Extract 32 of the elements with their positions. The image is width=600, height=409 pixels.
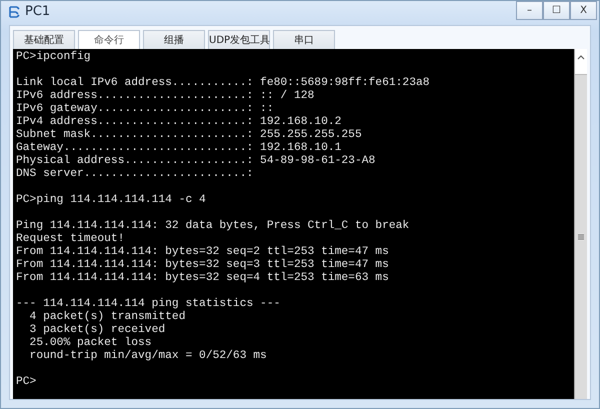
terminal-line: IPv6 gateway......................: :: [16,103,275,116]
terminal-line: round-trip min/avg/max = 0/52/63 ms [28,350,268,363]
tab[interactable]: 基础配置 [13,30,75,49]
terminal-line: Request timeout! [16,233,126,246]
terminal-line: --- 114.114.114.114 ping statistics --- [16,298,282,310]
tab[interactable]: 命令行 [78,30,140,49]
close-button[interactable]: X [570,1,597,20]
terminal-line: PC> [16,376,38,389]
maximize-button[interactable]: ☐ [543,1,570,20]
terminal-line: Link local IPv6 address...........: fe80::5689:98ff:fe61:23a8 [16,77,431,90]
terminal-line: 25.00% packet loss [28,337,153,350]
terminal-line: From 114.114.114.114: bytes=32 seq=4 ttl=253 time=63 ms [16,272,390,285]
window-title: PC1 [25,4,50,19]
grip-icon [578,234,584,240]
terminal-line: DNS server........................: [16,168,254,181]
tab[interactable]: 串口 [273,30,335,49]
minimize-button[interactable]: – [516,1,543,20]
terminal-line: 3 packet(s) received [28,324,166,336]
terminal-line: From 114.114.114.114: bytes=32 seq=3 ttl=253 time=47 ms [16,259,390,272]
terminal-line: Physical address..................: 54-89-98-61-23-A8 [16,155,376,168]
terminal-line: Ping 114.114.114.114: 32 data bytes, Press Ctrl_C to break [16,220,410,232]
terminal-line: Gateway...........................: 192.168.10.1 [16,142,342,154]
terminal-line: IPv4 address......................: 192.168.10.2 [16,116,342,128]
terminal-line: Subnet mask.......................: 255.255.255.255 [16,129,363,142]
terminal-line: PC>ipconfig [16,51,92,64]
scroll-up-icon[interactable] [577,55,585,60]
terminal-line: IPv6 address......................: :: / 128 [16,90,316,103]
tab[interactable]: UDP发包工具 [208,30,270,49]
terminal-line: From 114.114.114.114: bytes=32 seq=2 ttl=253 time=47 ms [16,246,390,258]
terminal-line: PC>ping 114.114.114.114 -c 4 [16,194,207,207]
tab[interactable]: 组播 [143,30,205,49]
terminal-line: 4 packet(s) transmitted [28,311,186,324]
